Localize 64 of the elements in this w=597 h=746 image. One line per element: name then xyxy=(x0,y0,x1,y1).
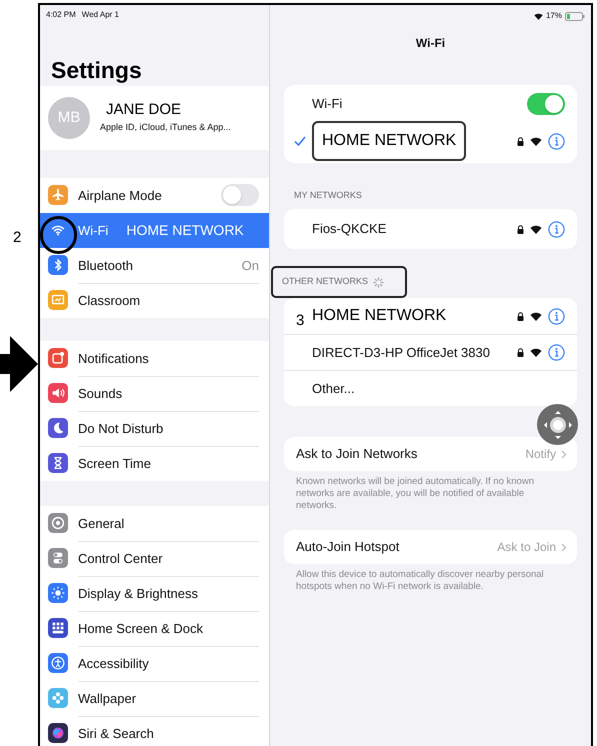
network-name: DIRECT-D3-HP OfficeJet 3830 xyxy=(312,344,491,362)
page-title: Settings xyxy=(51,59,142,82)
battery-percent: 17% xyxy=(546,10,562,22)
row-value: Notify xyxy=(525,446,556,463)
info-button[interactable] xyxy=(548,220,565,238)
row-value: HOME NETWORK xyxy=(126,220,244,240)
avatar: MB xyxy=(48,97,90,140)
settings-row[interactable]: Auto-Join Hotspot Ask to Join xyxy=(284,530,577,564)
chevron-icon xyxy=(561,450,567,458)
row-label: Sounds xyxy=(78,385,122,404)
wifi-signal-icon xyxy=(530,136,542,146)
wifi-signal-icon xyxy=(530,224,542,234)
status-time: 4:02 PM xyxy=(46,9,76,22)
network-row[interactable]: 3 HOME NETWORK xyxy=(284,298,577,334)
account-subtitle: Apple ID, iCloud, iTunes & App... xyxy=(100,120,231,134)
row-label: Classroom xyxy=(78,292,140,310)
row-value: Ask to Join xyxy=(497,539,556,556)
row-label: Ask to Join Networks xyxy=(296,445,418,464)
row-label: Home Screen & Dock xyxy=(78,620,203,638)
status-date: Wed Apr 1 xyxy=(82,9,120,22)
network-row[interactable]: DIRECT-D3-HP OfficeJet 3830 xyxy=(284,334,577,370)
network-name: Other... xyxy=(312,380,355,398)
row-label: Bluetooth xyxy=(78,256,133,275)
wifi-signal-icon xyxy=(530,348,542,357)
row-label: Control Center xyxy=(78,550,163,568)
row-label: Siri & Search xyxy=(78,725,154,744)
network-name: HOME NETWORK xyxy=(312,121,466,161)
spinner-icon xyxy=(373,276,384,288)
row-label: Accessibility xyxy=(78,655,149,674)
row-label: Notifications xyxy=(78,350,149,368)
footer-note: Allow this device to automatically discover nearby personal hotspots when no Wi-Fi network is available. xyxy=(296,569,545,593)
row-label: Auto-Join Hotspot xyxy=(296,538,400,556)
row-label: Airplane Mode xyxy=(78,186,162,205)
settings-row[interactable]: Ask to Join Networks Notify xyxy=(284,437,577,471)
section-header: MY NETWORKS xyxy=(294,189,362,202)
wifi-toggle[interactable] xyxy=(527,93,565,115)
settings-row[interactable]: Wi-Fi HOME NETWORK xyxy=(40,212,269,248)
footer-note: Known networks will be joined automatically. If no known networks are available, you will be notified of available networks. xyxy=(296,476,535,512)
row-value: On xyxy=(242,256,259,275)
wifi-label: Wi-Fi xyxy=(312,95,344,114)
info-button[interactable] xyxy=(548,344,565,361)
row-label: Display & Brightness xyxy=(78,585,198,604)
checkmark-icon xyxy=(294,136,306,146)
profile-card[interactable]: MB JANE DOE Apple ID, iCloud, iTunes & App... xyxy=(40,86,269,150)
network-name: Fios-QKCKE xyxy=(312,220,388,238)
airplane-toggle[interactable] xyxy=(221,184,259,206)
chevron-icon xyxy=(561,542,567,552)
info-button[interactable] xyxy=(548,308,565,324)
info-button[interactable] xyxy=(548,132,565,150)
step-number: 2 xyxy=(13,228,22,248)
row-label: Wallpaper xyxy=(78,690,136,708)
wifi-status-icon xyxy=(534,12,543,20)
network-row[interactable]: HOME NETWORK xyxy=(284,119,577,163)
step-number: 3 xyxy=(296,310,306,331)
row-label: Do Not Disturb xyxy=(78,420,164,438)
network-row[interactable]: Fios-QKCKE xyxy=(284,209,577,249)
section-header: OTHER NETWORKS xyxy=(282,275,368,288)
panel-title: Wi-Fi xyxy=(416,35,446,52)
row-label: Screen Time xyxy=(78,455,151,474)
network-name: HOME NETWORK xyxy=(312,306,448,326)
row-label: General xyxy=(78,514,124,533)
row-label: Wi-Fi xyxy=(78,222,108,240)
wifi-signal-icon xyxy=(530,312,542,320)
battery-icon xyxy=(565,12,585,20)
